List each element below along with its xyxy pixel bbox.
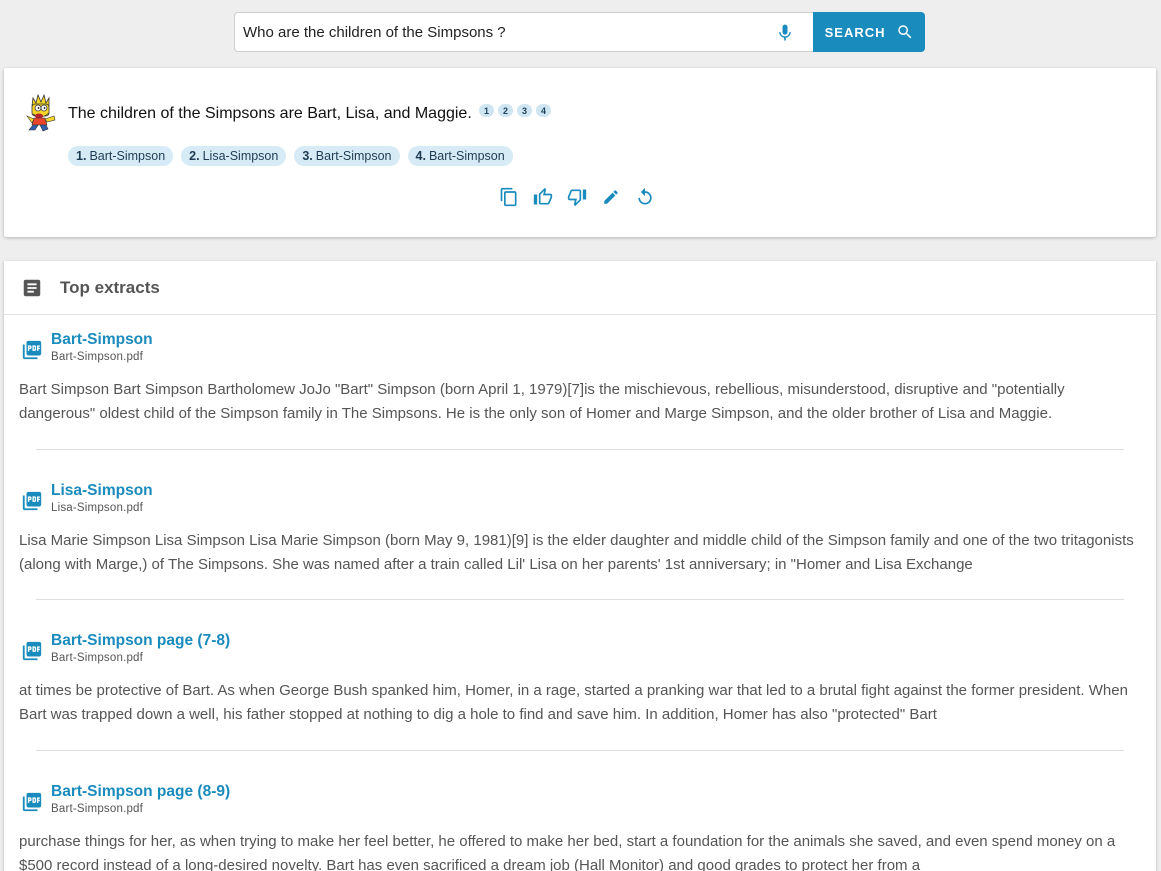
edit-button[interactable] [600,186,621,207]
extract-title-link[interactable]: Bart-Simpson page (8-9) [51,783,230,801]
reference-badge[interactable]: 3 [517,104,532,117]
regenerate-button[interactable] [634,186,655,207]
answer-card: The children of the Simpsons are Bart, L… [4,68,1156,237]
extract-title-link[interactable]: Bart-Simpson page (7-8) [51,632,230,650]
reference-badge[interactable]: 1 [479,104,494,117]
source-chip-label: Bart-Simpson [315,149,392,163]
pdf-icon [22,340,42,360]
source-chip-number: 3. [302,149,313,163]
copy-button[interactable] [498,186,519,207]
extract-text: at times be protective of Bart. As when … [19,682,1128,723]
extract-filename: Bart-Simpson.pdf [51,803,144,815]
search-field-container[interactable] [234,12,814,52]
extract-filename: Lisa-Simpson.pdf [51,502,144,514]
top-extracts-header: Top extracts [4,261,1156,315]
search-bar: SEARCH [234,12,925,52]
extract-text: Bart Simpson Bart Simpson Bartholomew Jo… [19,381,1065,422]
source-chips: 1. Bart-Simpson 2. Lisa-Simpson 3. Bart-Sim… [68,146,513,166]
reference-badge[interactable]: 4 [536,104,551,117]
extract-filename: Bart-Simpson.pdf [51,652,144,664]
pdf-icon [22,491,42,511]
pdf-icon [22,792,42,812]
extract-title-link[interactable]: Bart-Simpson [51,331,153,349]
microphone-icon[interactable] [775,23,795,43]
answer-reference-badges: 1 2 3 4 [479,104,551,117]
source-chip-number: 1. [76,149,87,163]
pdf-icon [22,641,42,661]
source-chip-number: 2. [189,149,200,163]
search-button[interactable]: SEARCH [813,12,925,52]
extract-text: Lisa Marie Simpson Lisa Simpson Lisa Mar… [19,532,1134,573]
regenerate-icon [637,187,652,204]
top-extracts-title: Top extracts [60,277,160,297]
search-icon [897,25,911,39]
divider [36,750,1124,751]
source-chip[interactable]: 3. Bart-Simpson [294,146,400,166]
source-chip[interactable]: 1. Bart-Simpson [68,146,174,166]
source-chip[interactable]: 4. Bart-Simpson [407,146,513,166]
reference-badge[interactable]: 2 [498,104,513,117]
thumb-down-icon [567,189,586,206]
search-button-label: SEARCH [824,24,886,40]
top-extracts-panel: Top extracts Bart-Simpson Bart-Simpson.p… [4,261,1156,871]
source-chip-label: Bart-Simpson [89,149,166,163]
extract-text: purchase things for her, as when trying … [19,833,1116,871]
answer-actions [498,186,655,207]
answer-text: The children of the Simpsons are Bart, L… [68,105,472,122]
thumb-down-button[interactable] [566,186,587,207]
divider [36,449,1124,450]
source-chip-label: Lisa-Simpson [202,149,279,163]
bart-avatar-icon [26,93,56,132]
source-chip-number: 4. [415,149,426,163]
article-icon [23,279,41,296]
thumb-up-button[interactable] [532,186,553,207]
source-chip-label: Bart-Simpson [428,149,505,163]
copy-icon [500,187,516,206]
extract-title-link[interactable]: Lisa-Simpson [51,482,153,500]
edit-icon [603,189,618,204]
thumb-up-icon [533,187,552,204]
extract-filename: Bart-Simpson.pdf [51,351,144,363]
source-chip[interactable]: 2. Lisa-Simpson [181,146,287,166]
search-input[interactable] [243,23,763,41]
divider [36,599,1124,600]
